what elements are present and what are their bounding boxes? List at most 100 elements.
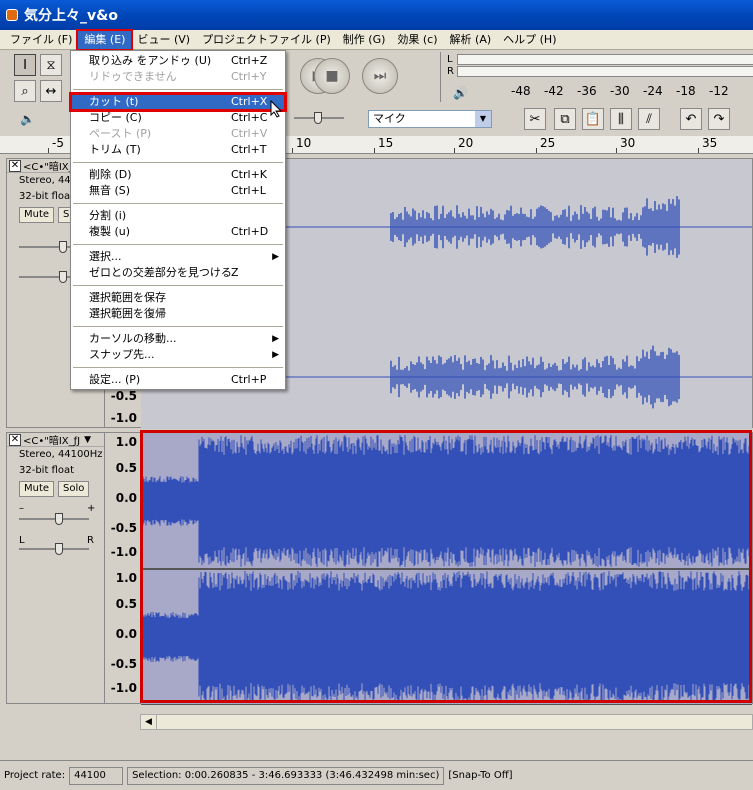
menu-item-4[interactable]: 制作 (G) <box>337 31 392 49</box>
meter-scale-label: -18 <box>676 84 696 98</box>
horizontal-scrollbar[interactable]: ◀ <box>140 714 753 730</box>
app-icon <box>6 9 18 21</box>
mouse-pointer-icon <box>270 100 283 118</box>
edit-menu-item[interactable]: 選択範囲を復帰 <box>71 306 285 322</box>
edit-menu-item[interactable]: 選択範囲を保存 <box>71 290 285 306</box>
ruler-tick <box>616 148 617 153</box>
amplitude-scale: 1.0 0.5 0.0 -0.5 -1.0 1.0 0.5 0.0 -0.5 -1.0 <box>105 433 141 705</box>
menu-item-7[interactable]: ヘルプ (H) <box>497 31 562 49</box>
close-icon[interactable]: ✕ <box>9 159 21 172</box>
edit-menu-item[interactable]: スナップ先... ▶ <box>71 347 285 363</box>
trim-icon[interactable]: ⫼ <box>610 108 632 130</box>
menu-item-shortcut: Ctrl+L <box>231 184 266 197</box>
menu-item-shortcut: Ctrl+D <box>231 225 269 238</box>
edit-menu-item[interactable]: コピー (C) Ctrl+C <box>71 110 285 126</box>
edit-menu-item[interactable]: 選択... ▶ <box>71 249 285 265</box>
track-format: Stereo, 44100Hz <box>19 449 103 460</box>
menu-item-label: コピー (C) <box>89 111 142 124</box>
menu-separator <box>73 162 283 163</box>
submenu-arrow-icon: ▶ <box>272 252 279 262</box>
select-cursor-icon[interactable]: I <box>14 54 36 76</box>
edit-menu-item[interactable]: 複製 (u) Ctrl+D <box>71 224 285 240</box>
menu-item-label: 選択範囲を保存 <box>89 291 166 304</box>
menu-item-label: ペースト (P) <box>89 127 152 140</box>
meter-scale-label: -36 <box>577 84 597 98</box>
solo-button[interactable]: Solo <box>58 481 90 497</box>
edit-menu-item[interactable]: ペースト (P) Ctrl+V <box>71 126 285 142</box>
cut-icon[interactable]: ✂ <box>524 108 546 130</box>
ruler-tick <box>48 148 49 153</box>
status-bar: Project rate: 44100 Selection: 0:00.2608… <box>0 760 753 790</box>
edit-menu-item[interactable]: 無音 (S) Ctrl+L <box>71 183 285 199</box>
skip-end-icon[interactable]: ⏭ <box>362 58 398 94</box>
scale-label: -1.0 <box>110 681 137 695</box>
menu-bar: ファイル (F) 編集 (E) ビュー (V) プロジェクトファイル (P) 制作 (G… <box>0 28 753 51</box>
track-2: ✕ <C•"暗IX_ƒJ ▼ Stereo, 44100Hz 32-bit fl… <box>6 432 753 705</box>
ruler-label: -5 <box>52 136 64 150</box>
project-rate-field[interactable]: 44100 <box>69 766 124 785</box>
track-control-panel: ✕ <C•"暗IX_ƒJ ▼ Stereo, 44100Hz 32-bit fl… <box>7 433 105 703</box>
undo-icon[interactable]: ↶ <box>680 108 702 130</box>
edit-menu-item[interactable]: 削除 (D) Ctrl+K <box>71 167 285 183</box>
ruler-label: 15 <box>378 136 394 150</box>
paste-icon[interactable]: 📋 <box>582 108 604 130</box>
menu-item-3[interactable]: プロジェクトファイル (P) <box>196 31 337 49</box>
mute-button[interactable]: Mute <box>19 481 55 497</box>
menu-item-shortcut: Ctrl+V <box>231 127 268 140</box>
menu-item-6[interactable]: 解析 (A) <box>444 31 498 49</box>
scale-label: -0.5 <box>110 657 137 671</box>
scale-label: -1.0 <box>110 411 137 425</box>
silence-icon[interactable]: ⫽ <box>638 108 660 130</box>
edit-menu-item[interactable]: カット (t) Ctrl+X <box>69 92 287 112</box>
edit-menu-item[interactable]: 設定... (P) Ctrl+P <box>71 372 285 388</box>
menu-separator <box>73 203 283 204</box>
pan-slider[interactable] <box>19 543 89 555</box>
scale-label: 0.0 <box>115 491 137 505</box>
menu-item-2[interactable]: ビュー (V) <box>131 31 196 49</box>
edit-menu-item[interactable]: トリム (T) Ctrl+T <box>71 142 285 158</box>
track-name[interactable]: <C•"暗IX_ƒJ <box>23 432 80 447</box>
envelope-icon[interactable]: ⧖ <box>40 54 62 76</box>
ruler-tick <box>536 148 537 153</box>
menu-item-label: ゼロとの交差部分を見つける <box>89 266 232 279</box>
menu-item-label: 削除 (D) <box>89 168 132 181</box>
scroll-left-icon[interactable]: ◀ <box>141 715 157 729</box>
menu-item-shortcut: Ctrl+X <box>231 95 268 108</box>
chevron-down-icon[interactable]: ▼ <box>84 435 91 445</box>
edit-menu-item[interactable]: リドゥできません Ctrl+Y <box>71 69 285 85</box>
copy-icon[interactable]: ⧉ <box>554 108 576 130</box>
menu-item-label: 無音 (S) <box>89 184 131 197</box>
close-icon[interactable]: ✕ <box>9 433 21 446</box>
level-meter: L R 🔊 -48 -42 -36 -30 -24 -18 -12 <box>440 52 753 102</box>
edit-menu: 取り込み をアンドゥ (U) Ctrl+Z リドゥできません Ctrl+Y カット (t… <box>69 50 287 390</box>
menu-item-shortcut: Ctrl+Y <box>231 70 267 83</box>
menu-item-5[interactable]: 効果 (c) <box>391 31 443 49</box>
redo-icon[interactable]: ↷ <box>708 108 730 130</box>
zoom-icon[interactable]: ⌕ <box>14 80 36 102</box>
menu-item-shortcut: Z <box>231 266 239 279</box>
ruler-tick <box>698 148 699 153</box>
mic-select[interactable]: マイク ▼ <box>368 110 492 128</box>
submenu-arrow-icon: ▶ <box>272 334 279 344</box>
gain-slider[interactable] <box>19 513 89 525</box>
menu-item-label: カーソルの移動... <box>89 332 177 345</box>
edit-menu-item[interactable]: カーソルの移動... ▶ <box>71 331 285 347</box>
edit-menu-item[interactable]: 取り込み をアンドゥ (U) Ctrl+Z <box>71 53 285 69</box>
stop-icon[interactable]: ■ <box>314 58 350 94</box>
menu-item-1[interactable]: 編集 (E) <box>76 28 134 51</box>
timeshift-icon[interactable]: ↔ <box>40 80 62 102</box>
track-name[interactable]: <C•"暗IX_ <box>23 158 74 173</box>
ruler-label: 10 <box>296 136 312 150</box>
menu-item-0[interactable]: ファイル (F) <box>4 31 78 49</box>
edit-menu-item[interactable]: 分割 (i) <box>71 208 285 224</box>
scale-label: 0.0 <box>115 627 137 641</box>
menu-item-label: 選択... <box>89 250 122 263</box>
edit-menu-item[interactable]: ゼロとの交差部分を見つける Z <box>71 265 285 281</box>
waveform[interactable] <box>141 433 752 705</box>
ruler-tick <box>374 148 375 153</box>
mute-button[interactable]: Mute <box>19 207 55 223</box>
window-title: 気分上々_v&o <box>24 8 118 24</box>
mic-label: マイク <box>373 112 406 125</box>
menu-item-shortcut: Ctrl+C <box>231 111 268 124</box>
volume-slider[interactable] <box>294 112 344 124</box>
